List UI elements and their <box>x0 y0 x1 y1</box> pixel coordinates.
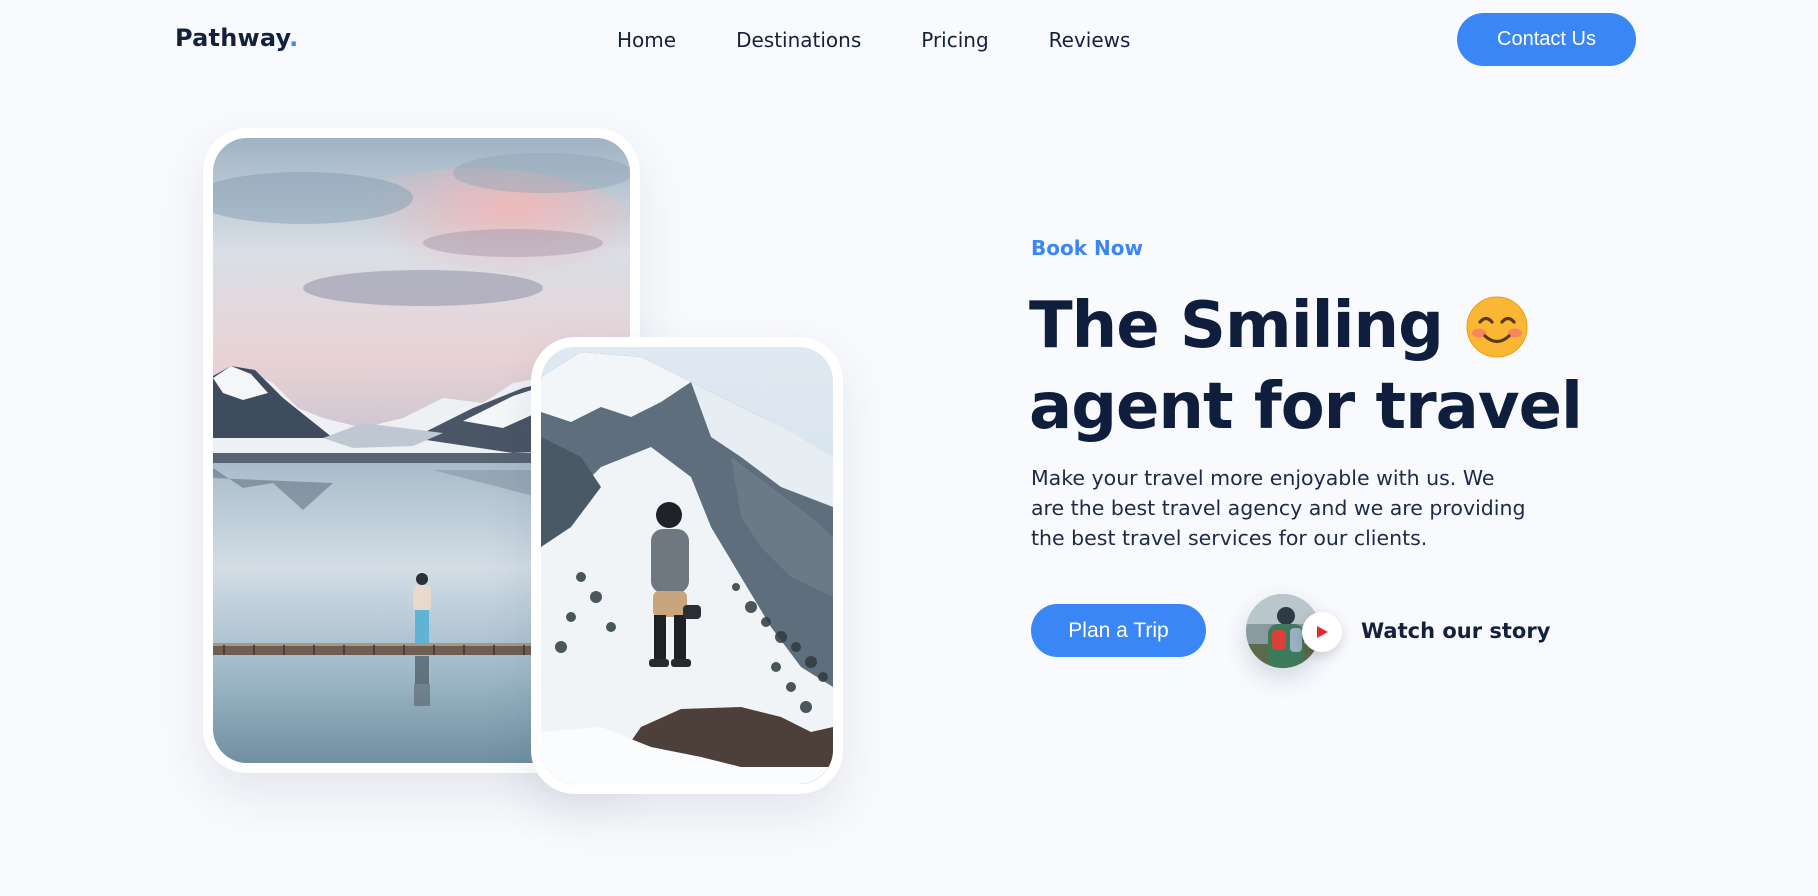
play-story-button[interactable] <box>1302 612 1342 652</box>
nav-link-pricing[interactable]: Pricing <box>921 27 988 53</box>
play-icon <box>1317 626 1328 638</box>
brand-dot: . <box>289 24 299 52</box>
headline-line-2: agent for travel <box>1029 370 1583 444</box>
hero-description: Make your travel more enjoyable with us.… <box>1031 466 1526 550</box>
nav-link-reviews[interactable]: Reviews <box>1049 27 1131 53</box>
book-now-eyebrow: Book Now <box>1031 236 1143 260</box>
nav-link-home[interactable]: Home <box>617 27 676 53</box>
brand-logo[interactable]: Pathway. <box>175 24 299 52</box>
contact-us-button[interactable]: Contact Us <box>1457 13 1636 66</box>
landing-page: Pathway. Home Destinations Pricing Revie… <box>0 0 1818 896</box>
hero-headline: The Smiling agent for travel <box>1029 286 1649 448</box>
watch-our-story-link[interactable]: Watch our story <box>1361 619 1550 643</box>
headline-line-1: The Smiling <box>1029 289 1444 363</box>
nav-link-destinations[interactable]: Destinations <box>736 27 861 53</box>
brand-name: Pathway <box>175 24 290 52</box>
main-nav: Home Destinations Pricing Reviews <box>617 27 1190 53</box>
smiling-face-icon <box>1466 296 1528 357</box>
secondary-photo-card <box>531 337 843 794</box>
plan-a-trip-button[interactable]: Plan a Trip <box>1031 604 1206 657</box>
snowy-mountain-hiker-photo <box>541 347 833 784</box>
